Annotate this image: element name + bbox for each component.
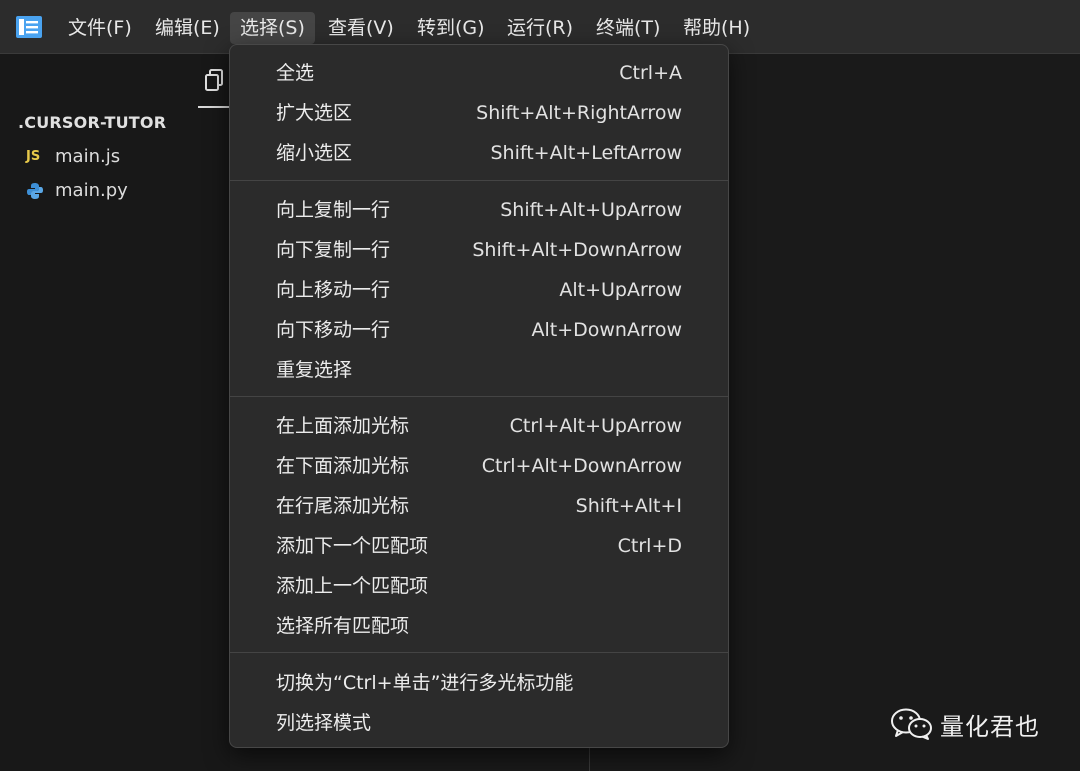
- watermark-text: 量化君也: [940, 712, 1040, 741]
- menu-item-copy-line-up[interactable]: 向上复制一行 Shift+Alt+UpArrow: [230, 190, 728, 230]
- menu-separator: [230, 652, 728, 653]
- python-file-icon: [26, 178, 48, 204]
- menu-item-copy-line-down[interactable]: 向下复制一行 Shift+Alt+DownArrow: [230, 230, 728, 270]
- menu-item-column-selection-mode[interactable]: 列选择模式: [230, 703, 728, 743]
- menu-item-move-line-up[interactable]: 向上移动一行 Alt+UpArrow: [230, 270, 728, 310]
- file-name: main.js: [55, 146, 121, 167]
- folder-title[interactable]: .CURSOR-TUTOR: [18, 113, 166, 132]
- menu-item-shortcut: Alt+DownArrow: [531, 319, 682, 341]
- menu-item-label: 重复选择: [276, 359, 353, 381]
- wechat-icon: [891, 708, 932, 740]
- menu-item-label: 在下面添加光标: [276, 455, 410, 477]
- menu-item-label: 向上移动一行: [276, 279, 391, 301]
- menu-item-label: 切换为“Ctrl+单击”进行多光标功能: [276, 672, 574, 694]
- menu-item-label: 在行尾添加光标: [276, 495, 410, 517]
- explorer-tab[interactable]: [198, 62, 230, 108]
- menu-item-select-all[interactable]: 全选 Ctrl+A: [230, 53, 728, 93]
- menu-run[interactable]: 运行(R): [497, 12, 583, 44]
- menu-file[interactable]: 文件(F): [58, 12, 142, 44]
- menu-item-shrink-selection[interactable]: 缩小选区 Shift+Alt+LeftArrow: [230, 133, 728, 173]
- menu-item-shortcut: Ctrl+A: [619, 62, 682, 84]
- menu-item-duplicate-selection[interactable]: 重复选择: [230, 350, 728, 390]
- menu-item-expand-selection[interactable]: 扩大选区 Shift+Alt+RightArrow: [230, 93, 728, 133]
- menu-item-label: 扩大选区: [276, 102, 353, 124]
- menu-item-shortcut: Shift+Alt+DownArrow: [472, 239, 682, 261]
- menu-item-label: 列选择模式: [276, 712, 372, 734]
- menu-item-label: 添加下一个匹配项: [276, 535, 429, 557]
- menu-view[interactable]: 查看(V): [318, 12, 404, 44]
- watermark: 量化君也: [890, 704, 1040, 744]
- app-logo-icon[interactable]: [16, 16, 42, 38]
- menu-selection[interactable]: 选择(S): [230, 12, 315, 44]
- file-name: main.py: [55, 180, 128, 201]
- selection-menu-dropdown: 全选 Ctrl+A 扩大选区 Shift+Alt+RightArrow 缩小选区…: [229, 44, 729, 748]
- js-file-icon: JS: [26, 149, 41, 164]
- file-item-main-py[interactable]: main.py: [26, 178, 128, 204]
- menu-item-label: 添加上一个匹配项: [276, 575, 429, 597]
- menu-item-label: 向下移动一行: [276, 319, 391, 341]
- menu-item-shortcut: Alt+UpArrow: [559, 279, 682, 301]
- menu-item-shortcut: Shift+Alt+UpArrow: [500, 199, 682, 221]
- file-item-main-js[interactable]: JS main.js: [26, 144, 120, 170]
- menu-item-shortcut: Shift+Alt+LeftArrow: [490, 142, 682, 164]
- files-icon: [205, 69, 223, 91]
- menu-separator: [230, 180, 728, 181]
- menu-item-label: 缩小选区: [276, 142, 353, 164]
- menu-item-add-cursor-above[interactable]: 在上面添加光标 Ctrl+Alt+UpArrow: [230, 406, 728, 446]
- menu-item-label: 全选: [276, 62, 315, 84]
- menu-item-select-all-matches[interactable]: 选择所有匹配项: [230, 606, 728, 646]
- menu-edit[interactable]: 编辑(E): [145, 12, 230, 44]
- menu-item-add-cursor-below[interactable]: 在下面添加光标 Ctrl+Alt+DownArrow: [230, 446, 728, 486]
- menu-item-label: 向上复制一行: [276, 199, 391, 221]
- menu-item-add-cursor-line-end[interactable]: 在行尾添加光标 Shift+Alt+I: [230, 486, 728, 526]
- menu-item-add-next-match[interactable]: 添加下一个匹配项 Ctrl+D: [230, 526, 728, 566]
- menu-item-toggle-multicursor-modifier[interactable]: 切换为“Ctrl+单击”进行多光标功能: [230, 663, 728, 703]
- menu-help[interactable]: 帮助(H): [673, 12, 760, 44]
- menu-item-shortcut: Ctrl+Alt+DownArrow: [481, 455, 682, 477]
- editor-divider: [589, 745, 590, 771]
- app-window: 文件(F) 编辑(E) 选择(S) 查看(V) 转到(G) 运行(R) 终端(T…: [0, 0, 1080, 771]
- menu-item-add-previous-match[interactable]: 添加上一个匹配项: [230, 566, 728, 606]
- menu-item-shortcut: Ctrl+D: [617, 535, 682, 557]
- menu-goto[interactable]: 转到(G): [407, 12, 495, 44]
- menu-item-shortcut: Shift+Alt+RightArrow: [476, 102, 682, 124]
- menu-item-label: 选择所有匹配项: [276, 615, 410, 637]
- menu-separator: [230, 396, 728, 397]
- menu-item-shortcut: Shift+Alt+I: [575, 495, 682, 517]
- menu-item-label: 向下复制一行: [276, 239, 391, 261]
- menu-item-shortcut: Ctrl+Alt+UpArrow: [509, 415, 682, 437]
- menu-item-label: 在上面添加光标: [276, 415, 410, 437]
- menu-item-move-line-down[interactable]: 向下移动一行 Alt+DownArrow: [230, 310, 728, 350]
- menu-terminal[interactable]: 终端(T): [586, 12, 670, 44]
